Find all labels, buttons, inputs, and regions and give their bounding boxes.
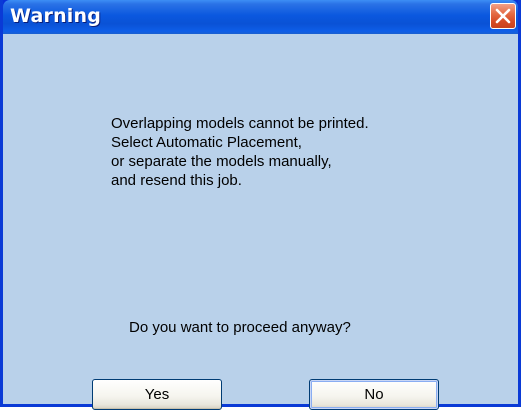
dialog-body: Overlapping models cannot be printed. Se… xyxy=(3,34,518,410)
message-line: and resend this job. xyxy=(111,172,242,189)
warning-message: Overlapping models cannot be printed. Se… xyxy=(111,114,369,190)
yes-button[interactable]: Yes xyxy=(92,379,222,410)
proceed-question: Do you want to proceed anyway? xyxy=(129,319,351,336)
message-line: Overlapping models cannot be printed. xyxy=(111,115,369,132)
title-bar[interactable]: Warning xyxy=(3,0,518,34)
no-button-label: No xyxy=(364,386,384,403)
close-icon xyxy=(495,8,511,24)
message-line: or separate the models manually, xyxy=(111,153,332,170)
yes-button-label: Yes xyxy=(144,386,170,403)
message-line: Select Automatic Placement, xyxy=(111,134,302,151)
dialog-title: Warning xyxy=(10,5,102,27)
close-button[interactable] xyxy=(490,3,516,29)
warning-dialog: Warning Overlapping models cannot be pri… xyxy=(0,0,521,410)
no-button[interactable]: No xyxy=(309,379,439,410)
